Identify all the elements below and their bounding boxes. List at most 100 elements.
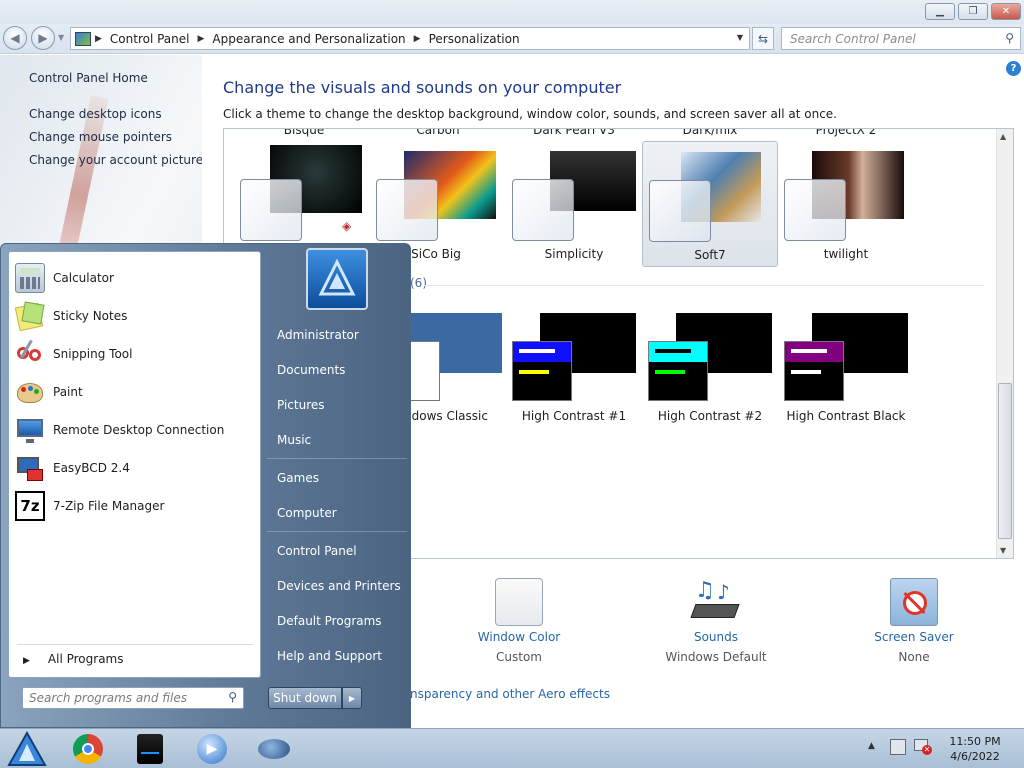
program-label: Sticky Notes <box>53 309 128 323</box>
paint-splash-icon <box>258 739 290 759</box>
sounds-item[interactable]: ♫ ♪ Sounds Windows Default <box>646 578 786 664</box>
breadcrumb-separator[interactable]: ▶ <box>91 34 106 44</box>
theme-item-twilight[interactable]: twilight <box>778 141 914 267</box>
start-link-documents[interactable]: Documents <box>277 363 345 377</box>
theme-color-swatch <box>784 341 844 401</box>
program-easybcd[interactable]: EasyBCD 2.4 <box>15 452 130 484</box>
sounds-link[interactable]: Sounds <box>646 630 786 644</box>
start-link-games[interactable]: Games <box>277 471 319 485</box>
screen-saver-item[interactable]: Screen Saver None <box>844 578 984 664</box>
back-arrow-icon: ◀ <box>10 31 20 45</box>
action-center-icon[interactable] <box>890 739 906 755</box>
program-sticky-notes[interactable]: Sticky Notes <box>14 300 128 332</box>
start-link-pictures[interactable]: Pictures <box>277 398 325 412</box>
start-link-administrator[interactable]: Administrator <box>277 328 359 342</box>
network-error-icon[interactable]: ✕ <box>914 739 932 755</box>
theme-list-scrollbar[interactable]: ▲ ▼ <box>996 129 1013 558</box>
all-programs-button[interactable]: ▶ All Programs <box>23 652 124 666</box>
program-remote-desktop[interactable]: Remote Desktop Connection <box>15 414 224 446</box>
calculator-icon <box>15 263 45 293</box>
divider <box>267 458 407 459</box>
recent-pages-dropdown[interactable]: ▼ <box>58 33 64 42</box>
theme-item-high-contrast-1[interactable]: High Contrast #1 <box>506 313 642 433</box>
theme-item-high-contrast-2[interactable]: High Contrast #2 <box>642 313 778 433</box>
address-bar[interactable]: ▶ Control Panel ▶ Appearance and Persona… <box>70 27 750 50</box>
remote-desktop-icon <box>15 415 45 445</box>
user-avatar[interactable] <box>306 248 368 310</box>
refresh-button[interactable]: ⇆ <box>752 27 774 50</box>
breadcrumb-personalization[interactable]: Personalization <box>425 32 524 46</box>
screen-saver-icon <box>890 578 938 626</box>
taskbar-chrome[interactable] <box>72 733 104 765</box>
window-color-item[interactable]: Window Color Custom <box>449 578 589 664</box>
restore-icon: ❐ <box>968 6 978 17</box>
sounds-icon: ♫ ♪ <box>690 578 741 626</box>
forward-button[interactable]: ▶ <box>31 26 55 50</box>
start-link-music[interactable]: Music <box>277 433 311 447</box>
breadcrumb-separator[interactable]: ▶ <box>410 34 425 44</box>
start-search-input[interactable]: Search programs and files ⚲ <box>22 687 244 709</box>
change-mouse-pointers-link[interactable]: Change mouse pointers <box>29 130 172 144</box>
close-icon: ✕ <box>1001 6 1011 17</box>
taskbar-usb-drive[interactable] <box>134 733 166 765</box>
clock-date: 4/6/2022 <box>950 750 1000 763</box>
search-icon[interactable]: ⚲ <box>1005 31 1014 45</box>
start-link-default-programs[interactable]: Default Programs <box>277 614 382 628</box>
taskbar-media-player[interactable]: ▶ <box>196 733 228 765</box>
program-paint[interactable]: Paint <box>15 376 83 408</box>
breadcrumb-control-panel[interactable]: Control Panel <box>106 32 194 46</box>
start-button[interactable] <box>6 731 48 767</box>
start-link-devices-printers[interactable]: Devices and Printers <box>277 579 401 593</box>
all-programs-label: All Programs <box>47 652 124 666</box>
address-toolbar: ◀ ▶ ▼ ▶ Control Panel ▶ Appearance and P… <box>0 24 1024 54</box>
theme-label-cut: Bisque <box>283 128 325 137</box>
clock-time: 11:50 PM <box>949 735 1001 748</box>
change-desktop-icons-link[interactable]: Change desktop icons <box>29 107 162 121</box>
start-link-computer[interactable]: Computer <box>277 506 337 520</box>
minimize-button[interactable]: ▁ <box>925 3 955 20</box>
usb-drive-icon <box>137 734 163 764</box>
search-input[interactable]: Search Control Panel ⚲ <box>781 27 1021 50</box>
aero-effects-link[interactable]: nsparency and other Aero effects <box>410 687 610 701</box>
scroll-thumb[interactable] <box>998 383 1012 539</box>
address-dropdown-icon[interactable]: ▼ <box>737 33 743 42</box>
maximize-button[interactable]: ❐ <box>958 3 988 20</box>
taskbar-app[interactable] <box>258 733 290 765</box>
scroll-down-icon[interactable]: ▼ <box>1000 546 1006 555</box>
breadcrumb-appearance[interactable]: Appearance and Personalization <box>208 32 409 46</box>
theme-label-cut: Dark/mix <box>682 128 738 137</box>
theme-color-swatch <box>512 179 574 241</box>
theme-item-simplicity[interactable]: Simplicity <box>506 141 642 267</box>
help-icon[interactable]: ? <box>1006 61 1021 76</box>
rog-logo-icon: ◈ <box>342 219 352 233</box>
theme-color-swatch <box>376 179 438 241</box>
scroll-up-icon[interactable]: ▲ <box>1000 132 1006 141</box>
theme-item-high-contrast-black[interactable]: High Contrast Black <box>778 313 914 433</box>
program-7zip[interactable]: 7z 7-Zip File Manager <box>15 490 164 522</box>
show-hidden-icons-button[interactable]: ▲ <box>868 741 875 751</box>
program-label: 7-Zip File Manager <box>53 499 165 513</box>
program-label: Remote Desktop Connection <box>53 423 225 437</box>
window-color-link[interactable]: Window Color <box>449 630 589 644</box>
start-link-help-support[interactable]: Help and Support <box>277 649 382 663</box>
program-calculator[interactable]: Calculator <box>15 262 114 294</box>
sounds-value: Windows Default <box>665 650 767 664</box>
program-snipping-tool[interactable]: Snipping Tool <box>15 338 132 370</box>
back-button[interactable]: ◀ <box>3 26 27 50</box>
program-label: Paint <box>53 385 83 399</box>
search-icon[interactable]: ⚲ <box>228 690 237 704</box>
divider <box>267 531 407 532</box>
system-clock[interactable]: 11:50 PM 4/6/2022 <box>940 734 1010 764</box>
sticky-notes-icon <box>14 301 45 332</box>
breadcrumb-separator[interactable]: ▶ <box>194 34 209 44</box>
theme-item-soft7[interactable]: Soft7 <box>642 141 778 267</box>
theme-label-cut: Carbon <box>416 128 460 137</box>
shutdown-button[interactable]: Shut down <box>268 687 342 709</box>
page-subtitle: Click a theme to change the desktop back… <box>223 107 837 121</box>
screen-saver-link[interactable]: Screen Saver <box>844 630 984 644</box>
control-panel-home-link[interactable]: Control Panel Home <box>29 71 148 85</box>
close-button[interactable]: ✕ <box>991 3 1021 20</box>
shutdown-options-button[interactable]: ▶ <box>342 687 362 709</box>
change-account-picture-link[interactable]: Change your account picture <box>29 153 203 167</box>
start-link-control-panel[interactable]: Control Panel <box>277 544 357 558</box>
